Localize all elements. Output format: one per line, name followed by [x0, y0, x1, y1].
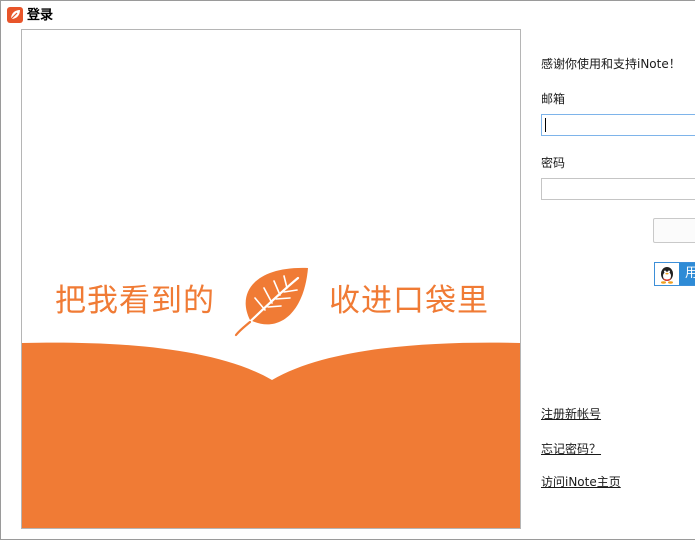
leaf-icon: [234, 267, 308, 337]
login-window: 登录 把我看到的 收进口袋里 感谢你使用和支持iNote！ 邮箱 密码 注册新帐…: [0, 0, 695, 540]
login-button[interactable]: [653, 218, 695, 243]
title-bar[interactable]: 登录: [1, 1, 695, 29]
promo-banner: 把我看到的 收进口袋里: [21, 29, 521, 529]
inote-leaf-icon: [7, 7, 23, 23]
slogan-left: 把我看到的: [55, 283, 215, 319]
qq-login-label: 用: [685, 266, 695, 282]
email-field[interactable]: [541, 114, 695, 136]
open-book-shape: [22, 342, 520, 528]
homepage-link[interactable]: 访问iNote主页: [541, 475, 621, 489]
password-label: 密码: [541, 156, 566, 170]
password-field[interactable]: [541, 178, 695, 200]
welcome-text: 感谢你使用和支持iNote！: [541, 57, 681, 71]
banner-graphic: [22, 267, 520, 528]
slogan-right: 收进口袋里: [329, 283, 489, 319]
forgot-password-link[interactable]: 忘记密码？: [541, 442, 601, 456]
register-link[interactable]: 注册新帐号: [541, 407, 601, 421]
qq-login-button[interactable]: 用: [654, 262, 695, 286]
qq-penguin-icon: [661, 267, 673, 284]
email-label: 邮箱: [541, 92, 566, 106]
window-title: 登录: [27, 8, 54, 23]
text-caret: [545, 118, 546, 132]
